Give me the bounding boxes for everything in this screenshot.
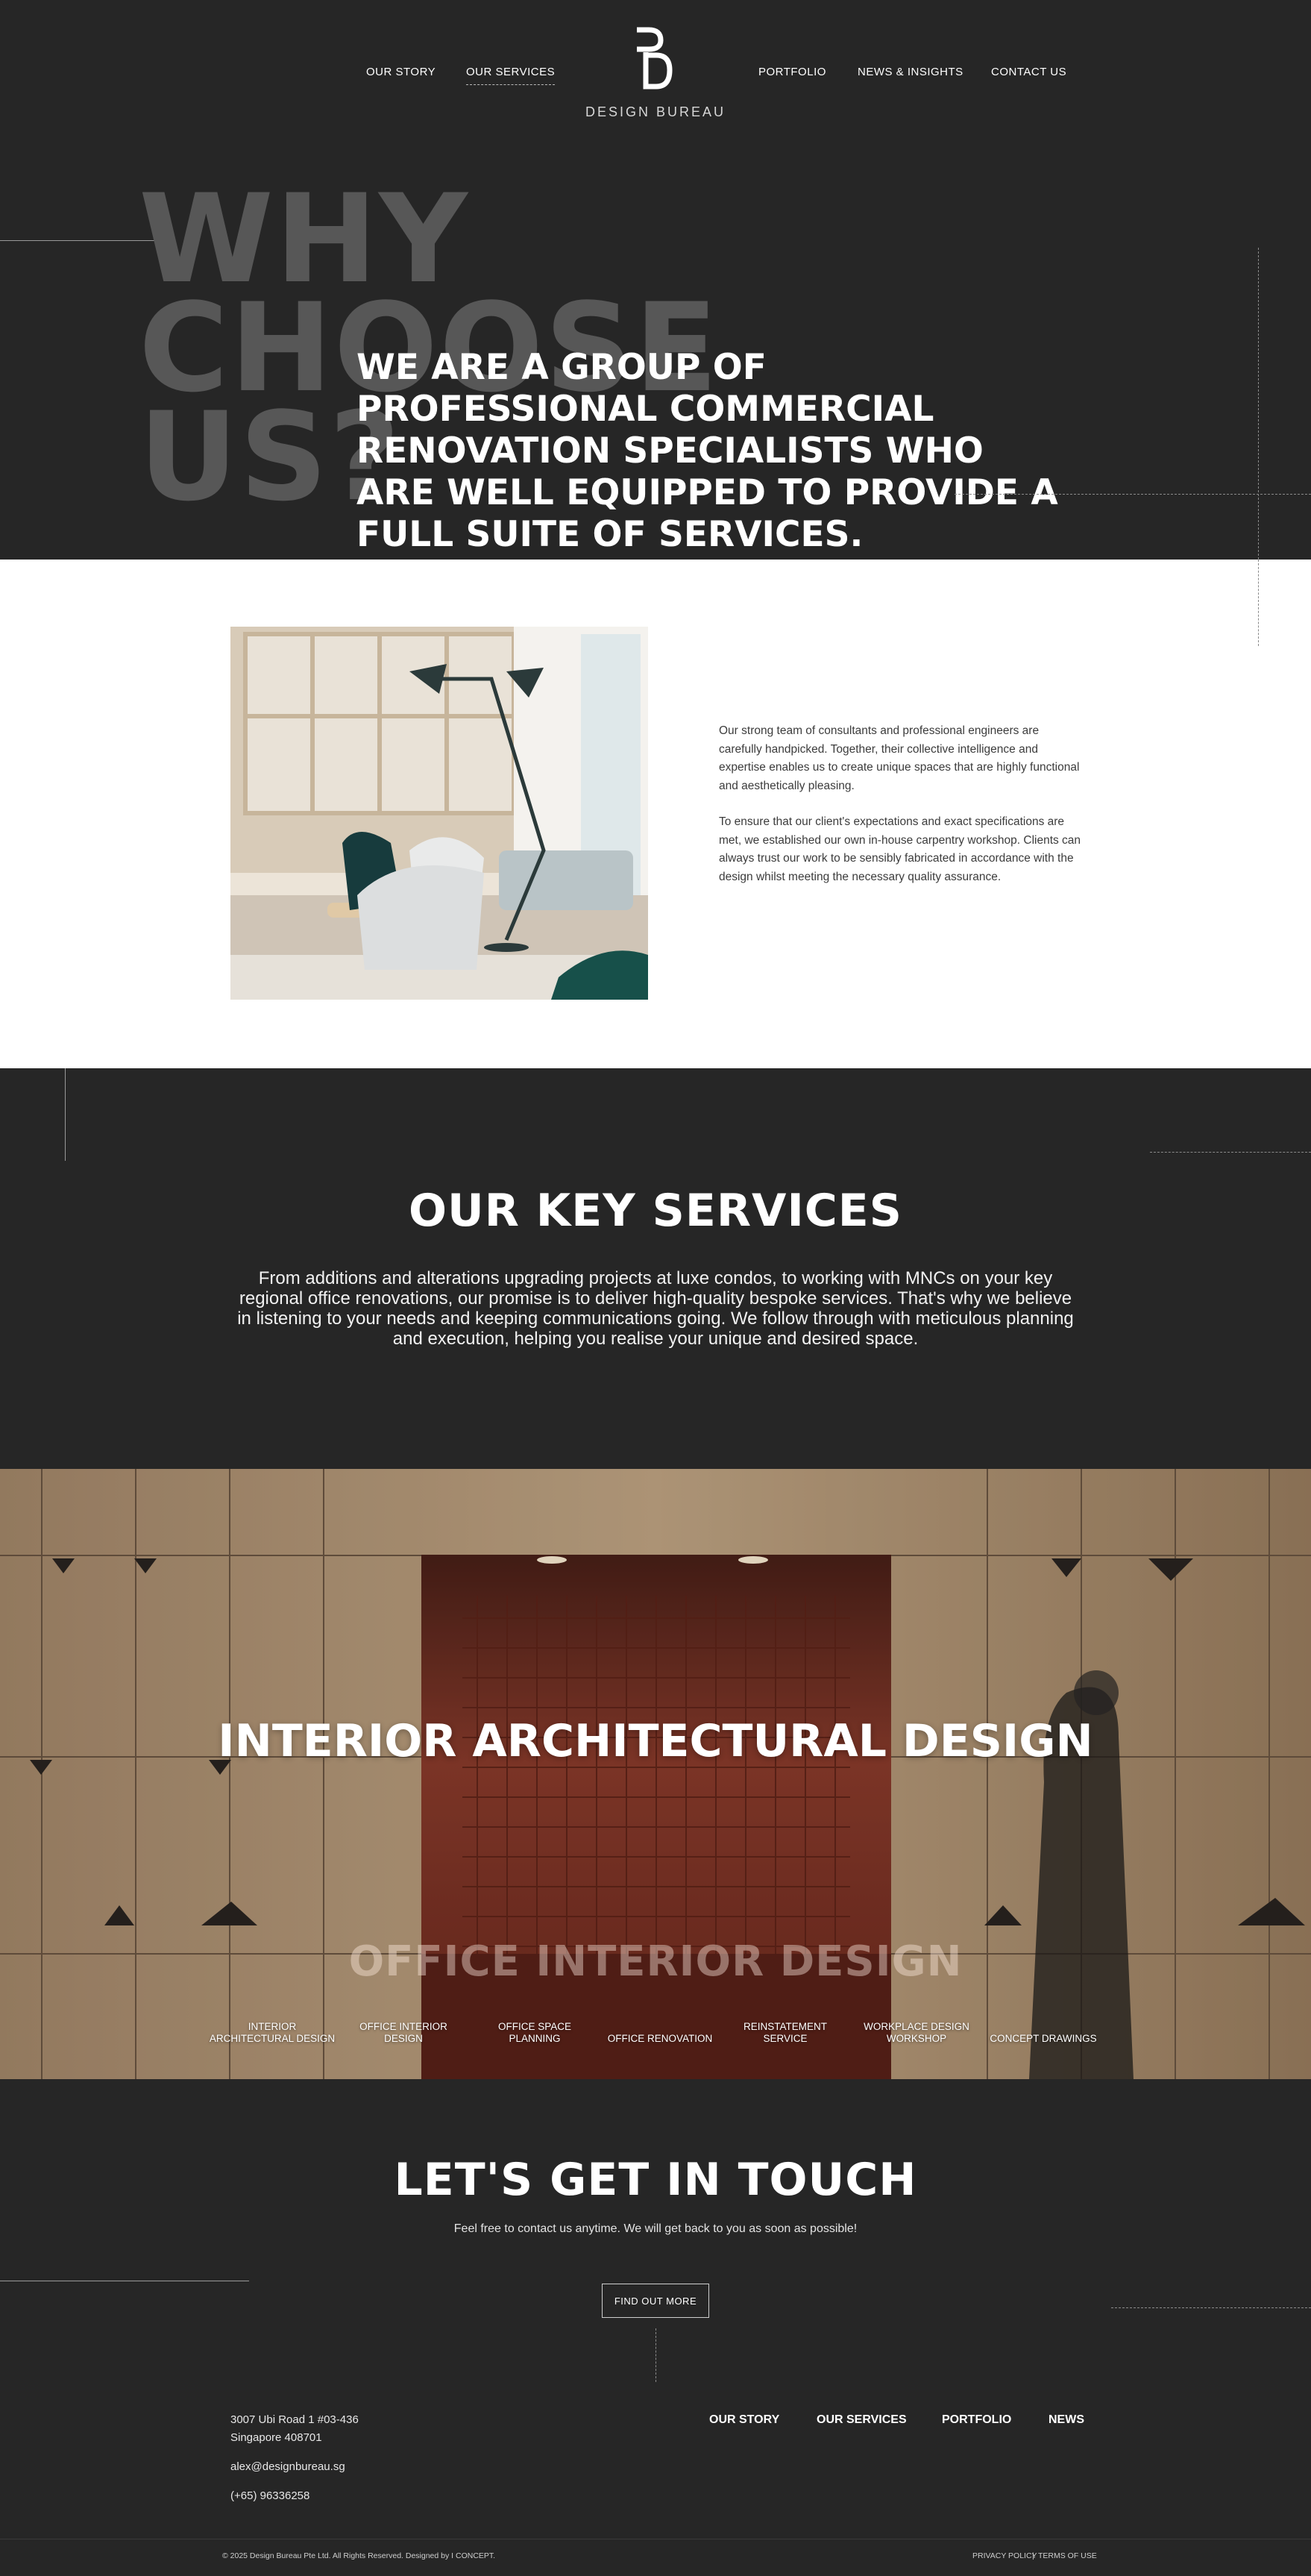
tab-office-renovation[interactable]: OFFICE RENOVATION bbox=[597, 2033, 723, 2045]
nav-news-insights[interactable]: NEWS & INSIGHTS bbox=[858, 66, 963, 78]
services-description: From additions and alterations upgrading… bbox=[237, 1268, 1074, 1349]
footer-email-link[interactable]: alex@designbureau.sg bbox=[230, 2460, 345, 2473]
privacy-policy-link[interactable]: PRIVACY POLICY bbox=[972, 2551, 1037, 2560]
tab-office-space-planning[interactable]: OFFICE SPACE PLANNING bbox=[471, 2021, 598, 2045]
banner-title: INTERIOR ARCHITECTURAL DESIGN bbox=[218, 1715, 1093, 1767]
find-out-more-button[interactable]: FIND OUT MORE bbox=[602, 2284, 709, 2318]
decor-dashed-line bbox=[1258, 248, 1259, 560]
nav-portfolio[interactable]: PORTFOLIO bbox=[758, 66, 826, 78]
decor-dashed-line bbox=[1150, 1152, 1311, 1153]
services-banner: INTERIOR ARCHITECTURAL DESIGN OFFICE INT… bbox=[0, 1469, 1311, 2079]
copyright-text: © 2025 Design Bureau Pte Ltd. All Rights… bbox=[222, 2551, 496, 2560]
services-title: OUR KEY SERVICES bbox=[408, 1185, 903, 1237]
legal-separator: | bbox=[1032, 2551, 1034, 2560]
nav-our-story[interactable]: OUR STORY bbox=[366, 66, 436, 78]
footer-link-our-story[interactable]: OUR STORY bbox=[709, 2413, 779, 2427]
contact-section: LET'S GET IN TOUCH Feel free to contact … bbox=[0, 2079, 1311, 2576]
about-section: Our strong team of consultants and profe… bbox=[0, 560, 1311, 1068]
hero-statement: WE ARE A GROUP OF PROFESSIONAL COMMERCIA… bbox=[356, 347, 1058, 555]
tab-reinstatement-service[interactable]: REINSTATEMENT SERVICE bbox=[722, 2021, 849, 2045]
copyright-bar: © 2025 Design Bureau Pte Ltd. All Rights… bbox=[0, 2539, 1311, 2576]
booth-photo-image bbox=[0, 1469, 1311, 2079]
decor-line bbox=[65, 1068, 66, 1161]
decor-dashed-line bbox=[1111, 2307, 1311, 2308]
decor-dashed-line bbox=[1258, 560, 1259, 646]
tab-concept-drawings[interactable]: CONCEPT DRAWINGS bbox=[980, 2033, 1107, 2045]
terms-of-use-link[interactable]: TERMS OF USE bbox=[1038, 2551, 1097, 2560]
brand-name: DESIGN BUREAU bbox=[585, 104, 726, 119]
about-paragraph-2: To ensure that our client's expectations… bbox=[719, 815, 1081, 883]
footer-address-line1: 3007 Ubi Road 1 #03-436 bbox=[230, 2413, 359, 2426]
office-lounge-image bbox=[230, 627, 648, 1000]
nav-our-services[interactable]: OUR SERVICES bbox=[466, 66, 556, 85]
brand-logo-icon[interactable] bbox=[631, 27, 676, 90]
footer-link-our-services[interactable]: OUR SERVICES bbox=[817, 2413, 907, 2427]
footer-address-line2: Singapore 408701 bbox=[230, 2431, 322, 2444]
about-paragraph-1: Our strong team of consultants and profe… bbox=[719, 724, 1080, 792]
banner-ghost-title: OFFICE INTERIOR DESIGN bbox=[348, 1937, 963, 1986]
footer-phone-link[interactable]: (+65) 96336258 bbox=[230, 2489, 309, 2502]
contact-title: LET'S GET IN TOUCH bbox=[394, 2154, 917, 2206]
about-text: Our strong team of consultants and profe… bbox=[719, 722, 1084, 886]
tab-office-interior-design[interactable]: OFFICE INTERIOR DESIGN bbox=[340, 2021, 467, 2045]
nav-contact-us[interactable]: CONTACT US bbox=[991, 66, 1066, 78]
key-services-section: OUR KEY SERVICES From additions and alte… bbox=[0, 1068, 1311, 1469]
hero-section: OUR STORY OUR SERVICES DESIGN BUREAU POR… bbox=[0, 0, 1311, 560]
tab-interior-architectural-design[interactable]: INTERIOR ARCHITECTURAL DESIGN bbox=[209, 2021, 336, 2045]
footer-link-news[interactable]: NEWS bbox=[1049, 2413, 1084, 2427]
tab-workplace-design-workshop[interactable]: WORKPLACE DESIGN WORKSHOP bbox=[853, 2021, 980, 2045]
footer-link-portfolio[interactable]: PORTFOLIO bbox=[942, 2413, 1011, 2427]
contact-subtitle: Feel free to contact us anytime. We will… bbox=[453, 2222, 858, 2235]
